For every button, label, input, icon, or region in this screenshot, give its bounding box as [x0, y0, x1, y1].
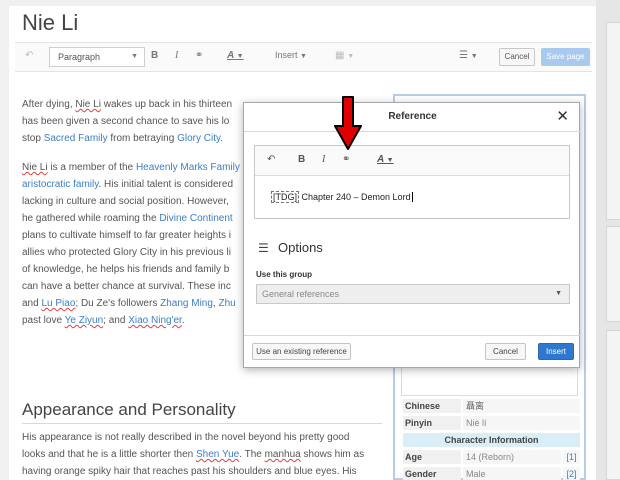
dialog-title: Reference — [388, 111, 437, 122]
bold-button[interactable]: B — [298, 154, 305, 165]
hamburger-icon[interactable]: ☰ ▼ — [459, 50, 478, 61]
text-style-button[interactable]: A ▼ — [377, 154, 394, 165]
article-link[interactable]: Glory City — [177, 133, 220, 144]
article-link[interactable]: Zhu — [218, 298, 235, 309]
reference-editor-toolbar: ↶ B I ⚭ A ▼ — [255, 146, 569, 176]
italic-button[interactable]: I — [175, 50, 178, 61]
sliders-icon: ☰ — [258, 241, 269, 255]
undo-icon[interactable]: ↶ — [267, 154, 275, 165]
reference-group-select[interactable]: General references ▼ — [256, 284, 570, 304]
insert-menu-label: Insert — [275, 50, 298, 60]
close-icon[interactable]: ✕ — [556, 107, 569, 125]
reference-link[interactable]: [2] — [563, 467, 580, 480]
article-link[interactable]: Zhang Ming — [160, 298, 213, 309]
section-heading[interactable]: Appearance and Personality — [22, 400, 382, 424]
reference-dialog: Reference ✕ ↶ B I ⚭ A ▼ [TDG] Chapter 24… — [243, 102, 581, 368]
reference-group-value: General references — [262, 289, 340, 299]
cancel-button[interactable]: Cancel — [485, 343, 526, 360]
reference-link[interactable]: [1] — [563, 450, 580, 464]
source-tag[interactable]: [TDG] — [271, 191, 299, 203]
infobox-row-age: Age 14 (Reborn) [1] — [403, 450, 580, 464]
undo-icon[interactable]: ↶ — [25, 50, 33, 61]
editor-toolbar: ↶ Paragraph ▼ B I ⚭ A ▼ Insert ▼ ▦ ▼ ☰ ▼… — [15, 42, 592, 72]
page-title: Nie Li — [22, 10, 79, 35]
article-link[interactable]: aristocratic family — [22, 179, 99, 190]
chevron-down-icon: ▼ — [555, 290, 562, 297]
link-icon[interactable]: ⚭ — [195, 50, 203, 61]
italic-button[interactable]: I — [322, 154, 325, 165]
gutter-panel — [606, 330, 620, 480]
reference-content[interactable]: [TDG] Chapter 240 – Demon Lord — [271, 191, 413, 203]
chevron-down-icon: ▼ — [131, 53, 138, 60]
use-existing-reference-button[interactable]: Use an existing reference — [252, 343, 351, 360]
bold-button[interactable]: B — [151, 50, 158, 61]
reference-editor[interactable]: ↶ B I ⚭ A ▼ [TDG] Chapter 240 – Demon Lo… — [254, 145, 570, 219]
table-icon[interactable]: ▦ ▼ — [335, 50, 354, 61]
infobox-section-header: Character Information — [403, 433, 580, 447]
cancel-button[interactable]: Cancel — [499, 48, 535, 66]
text-cursor — [411, 192, 413, 202]
reference-content-text: Chapter 240 – Demon Lord — [299, 192, 411, 202]
divider — [244, 131, 581, 132]
article-link[interactable]: Ye Ziyun — [65, 315, 104, 326]
insert-menu-button[interactable]: Insert ▼ — [275, 50, 307, 60]
gutter-panel — [606, 226, 620, 322]
insert-button[interactable]: Insert — [538, 343, 574, 360]
options-heading: Options — [278, 240, 323, 255]
infobox-row-chinese: Chinese 聶离 — [403, 399, 580, 413]
save-page-button[interactable]: Save page — [541, 48, 590, 66]
infobox-row-pinyin: Pinyin Niè lí — [403, 416, 580, 430]
article-link[interactable]: Lu Piao — [41, 298, 75, 309]
text-style-label: A — [377, 154, 384, 165]
article-paragraph[interactable]: His appearance is not really described i… — [22, 429, 382, 480]
red-arrow-down-icon — [334, 96, 362, 150]
article-link[interactable]: Shen Yue — [196, 449, 239, 460]
gutter-panel — [606, 22, 620, 220]
infobox-row-gender: Gender Male [2] — [403, 467, 580, 480]
divider — [244, 335, 581, 336]
text-style-button[interactable]: A ▼ — [227, 50, 244, 61]
group-label: Use this group — [256, 270, 313, 279]
article-link[interactable]: Sacred Family — [44, 133, 108, 144]
link-icon[interactable]: ⚭ — [342, 154, 350, 165]
article-link[interactable]: Xiao Ning'er — [128, 315, 182, 326]
text-style-label: A — [227, 50, 234, 61]
article-link[interactable]: Divine Continent — [159, 213, 232, 224]
article-link[interactable]: Heavenly Marks Family — [136, 162, 240, 173]
paragraph-format-select[interactable]: Paragraph ▼ — [49, 47, 145, 67]
paragraph-format-label: Paragraph — [58, 52, 101, 62]
